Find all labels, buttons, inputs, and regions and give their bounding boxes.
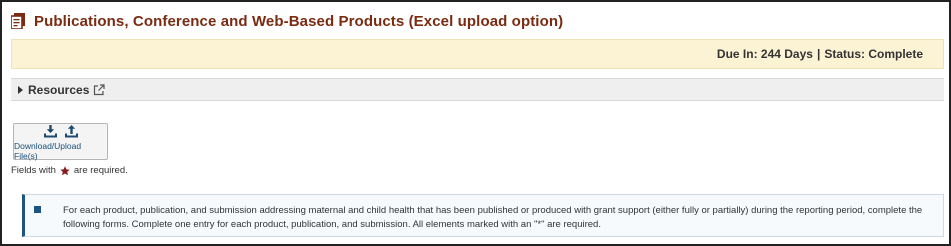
download-upload-button[interactable]: Download/Upload File(s) (13, 123, 108, 161)
caret-right-icon (18, 85, 23, 94)
download-upload-icons (43, 124, 79, 139)
status-bar: Due In: 244 Days | Status: Complete (11, 39, 944, 69)
document-icon (10, 13, 25, 30)
required-note-suffix: are required. (73, 165, 128, 176)
download-icon (43, 124, 57, 137)
external-link-icon[interactable] (93, 83, 105, 96)
due-in-text: Due In: 244 Days (716, 47, 813, 61)
info-message: For each product, publication, and submi… (22, 194, 944, 237)
page-title: Publications, Conference and Web-Based P… (34, 12, 564, 30)
resources-label: Resources (28, 82, 90, 97)
star-icon (60, 165, 70, 176)
info-message-text: For each product, publication, and submi… (63, 205, 923, 230)
required-note-prefix: Fields with (11, 165, 56, 176)
status-text: Status: Complete (824, 47, 923, 61)
page-frame: Publications, Conference and Web-Based P… (0, 0, 951, 246)
info-bullet-icon (34, 206, 41, 213)
required-fields-note: Fields with are required. (11, 165, 128, 176)
status-separator: | (816, 47, 821, 61)
upload-icon (64, 124, 78, 137)
page-header: Publications, Conference and Web-Based P… (10, 10, 564, 32)
download-upload-label: Download/Upload File(s) (14, 140, 82, 161)
resources-toggle[interactable]: Resources (11, 78, 944, 101)
